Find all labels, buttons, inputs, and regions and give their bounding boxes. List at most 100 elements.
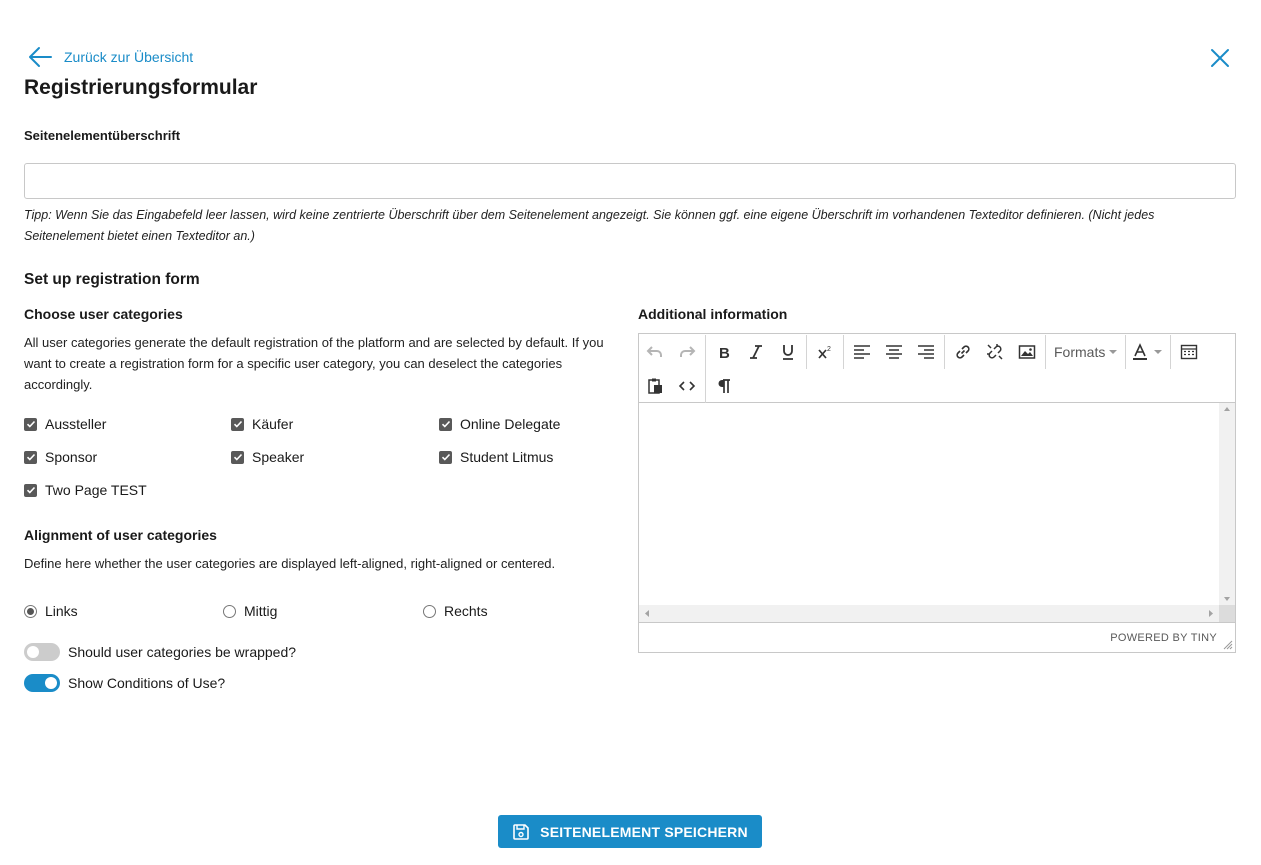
heading-field-label: Seitenelementüberschrift: [24, 128, 181, 143]
insert-link-button[interactable]: [947, 337, 979, 367]
svg-text:2: 2: [827, 346, 831, 353]
bold-icon: B: [719, 345, 730, 361]
category-checkbox-two-page-test[interactable]: Two Page TEST: [24, 482, 147, 498]
source-code-button[interactable]: [671, 371, 703, 401]
table-icon: [1181, 344, 1198, 360]
align-left-button[interactable]: [846, 337, 878, 367]
image-icon: [1018, 345, 1036, 359]
chevron-down-icon: [1109, 350, 1118, 354]
scrollbar-corner: [1219, 605, 1235, 622]
alignment-radio-mittig[interactable]: Mittig: [223, 603, 277, 619]
save-page-element-button[interactable]: SEITENELEMENT SPEICHERN: [498, 815, 762, 848]
categories-description: All user categories generate the default…: [24, 335, 604, 392]
remove-link-button[interactable]: [979, 337, 1011, 367]
align-right-button[interactable]: [910, 337, 942, 367]
horizontal-scrollbar[interactable]: [639, 605, 1219, 622]
category-label: Käufer: [252, 416, 294, 432]
code-icon: [678, 381, 696, 391]
wrap-categories-toggle[interactable]: Should user categories be wrapped?: [24, 643, 296, 661]
show-blocks-button[interactable]: [708, 371, 740, 401]
radio-selected-icon: [24, 604, 37, 618]
show-conditions-toggle[interactable]: Show Conditions of Use?: [24, 674, 225, 692]
insert-table-button[interactable]: [1173, 337, 1205, 367]
back-link-label: Zurück zur Übersicht: [64, 49, 194, 65]
undo-button[interactable]: [639, 337, 671, 367]
category-checkbox-student-litmus[interactable]: Student Litmus: [439, 449, 553, 465]
category-checkbox-aussteller[interactable]: Aussteller: [24, 416, 106, 432]
toggle-label: Show Conditions of Use?: [68, 675, 226, 691]
resize-handle-icon[interactable]: [1223, 640, 1233, 650]
radio-unselected-icon: [423, 604, 436, 618]
vertical-scrollbar[interactable]: [1219, 403, 1235, 605]
radio-unselected-icon: [223, 604, 236, 618]
powered-by-label: POWERED BY TINY: [1110, 632, 1217, 644]
editor-toolbar: B 2 Formats: [639, 334, 1235, 403]
scroll-left-icon: [645, 610, 649, 617]
text-color-dropdown[interactable]: [1152, 350, 1168, 354]
align-center-icon: [886, 345, 902, 359]
unlink-icon: [987, 344, 1003, 360]
underline-button[interactable]: [772, 337, 804, 367]
undo-icon: [646, 346, 662, 357]
checkbox-checked-icon: [231, 450, 244, 464]
category-label: Student Litmus: [460, 449, 554, 465]
close-button[interactable]: [1209, 47, 1231, 69]
scroll-right-icon: [1209, 610, 1213, 617]
heading-input[interactable]: [24, 163, 1236, 199]
category-checkbox-online-delegate[interactable]: Online Delegate: [439, 416, 560, 432]
insert-image-button[interactable]: [1011, 337, 1043, 367]
superscript-button[interactable]: 2: [809, 337, 841, 367]
save-icon: [513, 823, 529, 840]
checkbox-checked-icon: [231, 417, 244, 431]
chevron-down-icon: [1154, 350, 1163, 354]
formats-dropdown[interactable]: Formats: [1048, 344, 1123, 360]
category-label: Two Page TEST: [45, 482, 147, 498]
category-checkbox-sponsor[interactable]: Sponsor: [24, 449, 97, 465]
text-color-button[interactable]: [1128, 337, 1152, 367]
rich-text-editor: B 2 Formats POWERED BY TINY: [638, 333, 1236, 653]
radio-label: Links: [45, 603, 78, 619]
alignment-radio-links[interactable]: Links: [24, 603, 78, 619]
editor-content-area[interactable]: [639, 403, 1235, 622]
category-checkbox-kaeufer[interactable]: Käufer: [231, 416, 293, 432]
category-label: Sponsor: [45, 449, 98, 465]
superscript-icon: 2: [818, 346, 831, 359]
save-button-label: SEITENELEMENT SPEICHERN: [540, 823, 748, 840]
align-right-icon: [918, 345, 934, 359]
redo-icon: [680, 346, 696, 357]
redo-button[interactable]: [671, 337, 703, 367]
checkbox-checked-icon: [24, 417, 37, 431]
align-center-button[interactable]: [878, 337, 910, 367]
italic-button[interactable]: [740, 337, 772, 367]
formats-label: Formats: [1054, 344, 1106, 360]
checkbox-checked-icon: [439, 417, 452, 431]
radio-label: Rechts: [444, 603, 488, 619]
link-icon: [956, 345, 970, 359]
heading-tip: Tipp: Wenn Sie das Eingabefeld leer lass…: [24, 208, 1155, 243]
paste-text-button[interactable]: [639, 371, 671, 401]
toggle-label: Should user categories be wrapped?: [68, 644, 297, 660]
category-label: Aussteller: [45, 416, 107, 432]
category-label: Online Delegate: [460, 416, 561, 432]
alignment-radio-rechts[interactable]: Rechts: [423, 603, 488, 619]
scroll-down-icon: [1224, 597, 1230, 601]
category-checkbox-speaker[interactable]: Speaker: [231, 449, 304, 465]
italic-icon: [750, 345, 762, 359]
category-label: Speaker: [252, 449, 305, 465]
close-icon: [1211, 49, 1229, 67]
arrow-left-icon: [29, 47, 52, 67]
setup-section-title: Set up registration form: [24, 271, 200, 288]
text-color-icon: [1133, 343, 1148, 360]
page-title: Registrierungsformular: [24, 76, 258, 99]
underline-icon: [783, 345, 793, 360]
toggle-on-icon: [24, 674, 60, 692]
checkbox-checked-icon: [24, 483, 37, 497]
svg-text:B: B: [719, 345, 730, 361]
radio-label: Mittig: [244, 603, 278, 619]
toggle-off-icon: [24, 643, 60, 661]
alignment-title: Alignment of user categories: [24, 527, 217, 543]
back-to-overview-link[interactable]: Zurück zur Übersicht: [28, 46, 193, 68]
categories-title: Choose user categories: [24, 306, 183, 322]
checkbox-checked-icon: [439, 450, 452, 464]
bold-button[interactable]: B: [708, 337, 740, 367]
